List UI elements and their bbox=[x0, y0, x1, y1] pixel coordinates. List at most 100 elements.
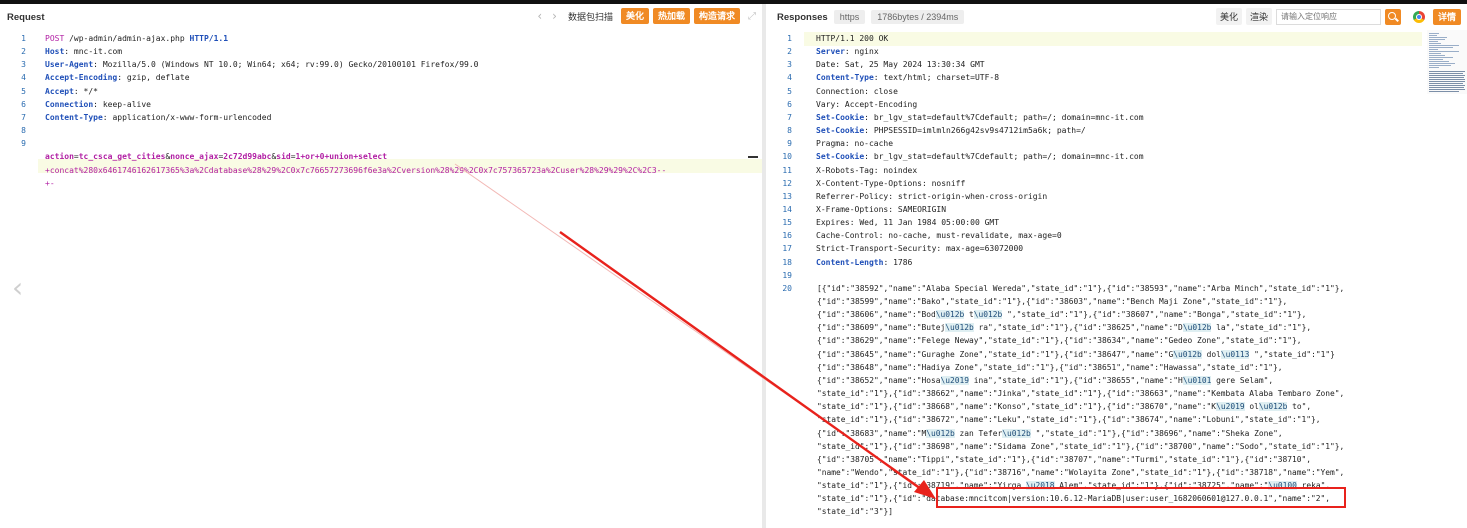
search-icon[interactable] bbox=[1384, 8, 1401, 25]
http-method: POST bbox=[45, 34, 65, 43]
header-key: Content-Length bbox=[816, 257, 884, 267]
response-search-input[interactable] bbox=[1275, 8, 1381, 25]
details-button[interactable]: 详情 bbox=[1432, 8, 1461, 25]
request-beautify-button[interactable]: 美化 bbox=[620, 8, 649, 24]
param-value: 2c72d99abc bbox=[223, 152, 272, 162]
header-text: Strict-Transport-Security: max-age=63072… bbox=[816, 244, 1024, 254]
response-pane: Responses https 1786bytes / 2394ms 美化 渲染… bbox=[766, 4, 1467, 528]
line-number: 16 bbox=[782, 231, 792, 241]
response-line: X-Frame-Options: SAMEORIGIN bbox=[816, 203, 946, 216]
json-body-line: {"id":"38599","name":"Bako","state_id":"… bbox=[817, 295, 1287, 308]
response-beautify-button[interactable]: 美化 bbox=[1215, 8, 1242, 25]
line-number: 9 bbox=[21, 139, 26, 149]
hotload-button[interactable]: 热加载 bbox=[652, 8, 690, 24]
header-value: gzip, deflate bbox=[126, 73, 190, 83]
unicode-escape: \u012b bbox=[926, 428, 955, 438]
header-key: Content-Type bbox=[816, 73, 874, 83]
header-key: Set-Cookie bbox=[816, 126, 865, 136]
json-body-line: {"id":"38648","name":"Hadiya Zone","stat… bbox=[817, 361, 1283, 374]
chevron-left-icon[interactable]: ‹ bbox=[534, 9, 545, 23]
json-body-line: {"id":"38629","name":"Felege Neway","sta… bbox=[817, 334, 1302, 347]
request-line: POST /wp-admin/admin-ajax.php HTTP/1.1 bbox=[45, 32, 228, 45]
punctuation: : bbox=[117, 73, 127, 83]
expand-icon[interactable]: ⤢ bbox=[748, 11, 756, 22]
response-line: Content-Type: text/html; charset=UTF-8 bbox=[816, 71, 999, 84]
json-text: {"id":"38683","name":"M bbox=[817, 428, 927, 438]
response-line: Date: Sat, 25 May 2024 13:30:34 GMT bbox=[816, 58, 985, 71]
json-body-line: {"id":"38609","name":"Butej\u012b ra","s… bbox=[817, 321, 1311, 334]
param-value: 1+or+0+union+select bbox=[295, 152, 388, 162]
response-line: Expires: Wed, 11 Jan 1984 05:00:00 GMT bbox=[816, 216, 999, 229]
line-number: 2 bbox=[787, 47, 792, 57]
punctuation: : bbox=[864, 152, 874, 162]
previous-packet-chevron-icon[interactable]: ‹ bbox=[12, 274, 23, 302]
json-body-line: "name":"Wendo","state_id":"1"},{"id":"38… bbox=[817, 466, 1344, 479]
line-number: 6 bbox=[787, 99, 792, 109]
request-path: /wp-admin/admin-ajax.php bbox=[69, 34, 185, 43]
line-number: 6 bbox=[21, 99, 26, 109]
header-value: 1786 bbox=[893, 257, 913, 267]
line-number: 3 bbox=[21, 60, 26, 70]
chrome-icon[interactable] bbox=[1412, 10, 1425, 23]
json-body-line: {"id":"38606","name":"Bod\u012b t\u012b … bbox=[817, 308, 1306, 321]
json-body-line: [{"id":"38592","name":"Alaba Special Wer… bbox=[817, 282, 1344, 295]
response-editor[interactable]: 1 HTTP/1.1 200 OK 2 Server: nginx 3 Date: Sat… bbox=[766, 30, 1467, 528]
punctuation: : bbox=[93, 60, 103, 70]
line-number: 8 bbox=[21, 126, 26, 136]
minimap[interactable] bbox=[1427, 30, 1467, 94]
response-line: X-Content-Type-Options: nosniff bbox=[816, 177, 965, 190]
line-number: 17 bbox=[782, 244, 792, 254]
response-line: X-Robots-Tag: noindex bbox=[816, 164, 917, 177]
header-text: Vary: Accept-Encoding bbox=[816, 99, 918, 109]
response-line: Referrer-Policy: strict-origin-when-cros… bbox=[816, 190, 1047, 203]
header-text: Date: Sat, 25 May 2024 13:30:34 GMT bbox=[816, 60, 985, 70]
unicode-escape: \u2019 bbox=[1216, 402, 1245, 412]
json-body-line: {"id":"38652","name":"Hosa\u2019 ina","s… bbox=[817, 374, 1273, 387]
line-number: 11 bbox=[782, 165, 792, 175]
request-line: Accept-Encoding: gzip, deflate bbox=[45, 71, 190, 84]
json-body-line: "state_id":"1"},{"id":"38668","name":"Ko… bbox=[817, 400, 1311, 413]
json-text: gere Selam", bbox=[1211, 375, 1274, 385]
scan-packet-button[interactable]: 数据包扫描 bbox=[564, 10, 617, 23]
punctuation: : bbox=[864, 112, 874, 122]
header-key: Set-Cookie bbox=[816, 112, 865, 122]
param-key: sid bbox=[276, 152, 291, 162]
json-text: "state_id":"1"},{"id":"38662","name":"Ji… bbox=[817, 389, 1345, 399]
render-button[interactable]: 渲染 bbox=[1245, 8, 1272, 25]
http-protocol: HTTP/1.1 bbox=[189, 34, 229, 43]
line-number: 1 bbox=[21, 34, 26, 43]
json-text: {"id":"38629","name":"Felege Neway","sta… bbox=[817, 336, 1302, 346]
response-line: HTTP/1.1 200 OK bbox=[816, 32, 888, 45]
request-line: Accept: */* bbox=[45, 85, 98, 98]
construct-request-button[interactable]: 构造请求 bbox=[693, 8, 740, 24]
json-text: {"id":"38609","name":"Butej bbox=[817, 323, 946, 333]
header-text: Connection: close bbox=[816, 86, 898, 96]
line-number: 14 bbox=[782, 204, 792, 214]
line-number: 5 bbox=[787, 86, 792, 96]
header-key: Connection bbox=[45, 99, 94, 109]
header-text: X-Content-Type-Options: nosniff bbox=[816, 178, 966, 188]
request-pane: Request ‹ › 数据包扫描 美化 热加载 构造请求 ⤢ 1 POST /w… bbox=[0, 4, 762, 528]
punctuation: : bbox=[93, 99, 103, 109]
request-editor[interactable]: 1 POST /wp-admin/admin-ajax.php HTTP/1.1 2… bbox=[0, 30, 762, 528]
request-line: User-Agent: Mozilla/5.0 (Windows NT 10.0… bbox=[45, 58, 479, 71]
punctuation: : bbox=[844, 47, 855, 57]
punctuation: : bbox=[864, 126, 874, 136]
header-key: Server bbox=[816, 47, 845, 57]
json-body-line: {"id":"38683","name":"M\u012b zan Tefer\… bbox=[817, 427, 1283, 440]
request-line: Content-Type: application/x-www-form-url… bbox=[45, 111, 271, 124]
response-line: Strict-Transport-Security: max-age=63072… bbox=[816, 242, 1023, 255]
response-line: Content-Length: 1786 bbox=[816, 256, 912, 269]
size-time-tag: 1786bytes / 2394ms bbox=[871, 10, 965, 24]
chevron-right-icon[interactable]: › bbox=[549, 9, 560, 23]
header-value: br_lgv_stat=default%7Cdefault; path=/; d… bbox=[873, 112, 1144, 122]
header-value: br_lgv_stat=default%7Cdefault; path=/; d… bbox=[873, 152, 1144, 162]
json-text: zan Tefer bbox=[954, 428, 1003, 438]
line-number: 7 bbox=[787, 112, 792, 122]
unicode-escape: \u2019 bbox=[940, 375, 970, 385]
header-text: Cache-Control: no-cache, must-revalidate… bbox=[816, 231, 1062, 241]
line-number: 10 bbox=[782, 152, 792, 162]
json-text: ol bbox=[1244, 402, 1259, 412]
punctuation: : bbox=[64, 47, 74, 57]
line-number: 5 bbox=[21, 86, 26, 96]
